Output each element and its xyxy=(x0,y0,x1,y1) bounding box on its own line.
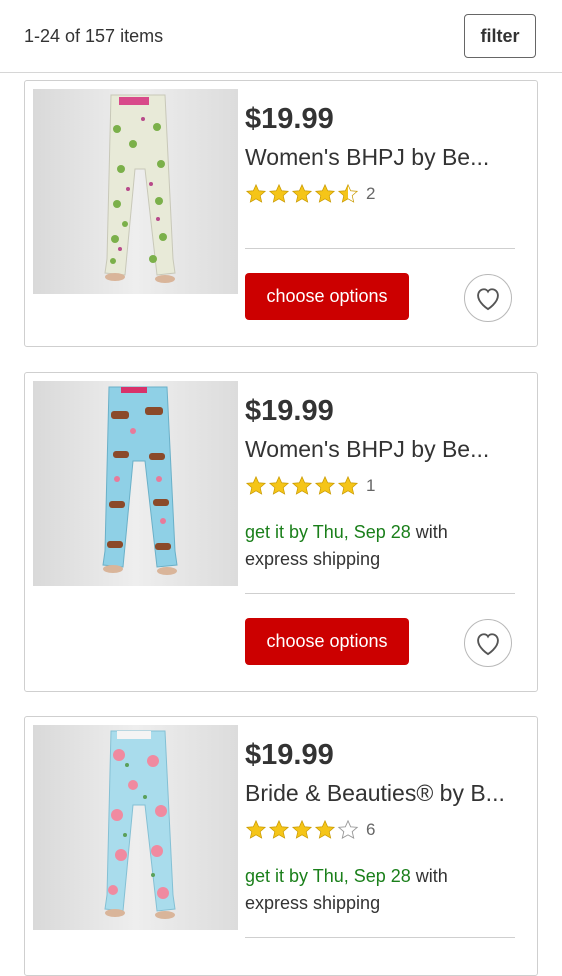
star-empty-icon xyxy=(337,819,359,839)
product-image[interactable] xyxy=(33,89,238,294)
product-price: $19.99 xyxy=(245,395,334,427)
results-count: 1-24 of 157 items xyxy=(24,26,164,46)
shipping-method: express shipping xyxy=(245,549,381,569)
delivery-date: get it by Thu, Sep 28 xyxy=(245,866,411,886)
star-full-icon xyxy=(314,475,336,495)
star-rating: 2 xyxy=(245,181,375,207)
heart-icon xyxy=(477,633,499,656)
star-full-icon xyxy=(291,183,313,203)
product-card[interactable]: $19.99 Women's BHPJ by Be... 2 choose op… xyxy=(24,80,538,347)
rating-count: 2 xyxy=(366,184,376,203)
choose-options-button[interactable]: choose options xyxy=(245,273,409,320)
favorite-button[interactable] xyxy=(464,619,512,667)
star-full-icon xyxy=(245,183,267,203)
star-full-icon xyxy=(268,475,290,495)
star-full-icon xyxy=(337,475,359,495)
star-full-icon xyxy=(245,819,267,839)
shipping-method: express shipping xyxy=(245,893,381,913)
rating-count: 1 xyxy=(366,476,376,495)
star-full-icon xyxy=(314,183,336,203)
product-title[interactable]: Women's BHPJ by Be... xyxy=(245,436,525,463)
product-image[interactable] xyxy=(33,725,238,930)
star-rating: 1 xyxy=(245,473,375,499)
shipping-with: with xyxy=(415,522,448,542)
divider xyxy=(245,248,515,249)
product-card[interactable]: $19.99 Women's BHPJ by Be... 1 get it by… xyxy=(24,372,538,692)
product-card[interactable]: $19.99 Bride & Beauties® by B... 6 get i… xyxy=(24,716,538,976)
product-price: $19.99 xyxy=(245,103,334,135)
delivery-date: get it by Thu, Sep 28 xyxy=(245,522,411,542)
favorite-button[interactable] xyxy=(464,274,512,322)
divider xyxy=(245,937,515,938)
divider xyxy=(245,593,515,594)
heart-icon xyxy=(477,288,499,311)
filter-button[interactable]: filter xyxy=(464,14,536,58)
product-title[interactable]: Bride & Beauties® by B... xyxy=(245,780,525,807)
shipping-with: with xyxy=(415,866,448,886)
product-title[interactable]: Women's BHPJ by Be... xyxy=(245,144,525,171)
star-full-icon xyxy=(314,819,336,839)
star-full-icon xyxy=(291,475,313,495)
shipping-info: get it by Thu, Sep 28 with express shipp… xyxy=(245,519,525,573)
star-full-icon xyxy=(268,819,290,839)
star-rating: 6 xyxy=(245,817,375,843)
product-image[interactable] xyxy=(33,381,238,586)
star-full-icon xyxy=(245,475,267,495)
star-half-icon xyxy=(337,183,359,203)
star-full-icon xyxy=(268,183,290,203)
results-header: 1-24 of 157 items filter xyxy=(0,0,562,73)
star-full-icon xyxy=(291,819,313,839)
product-price: $19.99 xyxy=(245,739,334,771)
shipping-info: get it by Thu, Sep 28 with express shipp… xyxy=(245,863,525,917)
choose-options-button[interactable]: choose options xyxy=(245,618,409,665)
rating-count: 6 xyxy=(366,820,376,839)
